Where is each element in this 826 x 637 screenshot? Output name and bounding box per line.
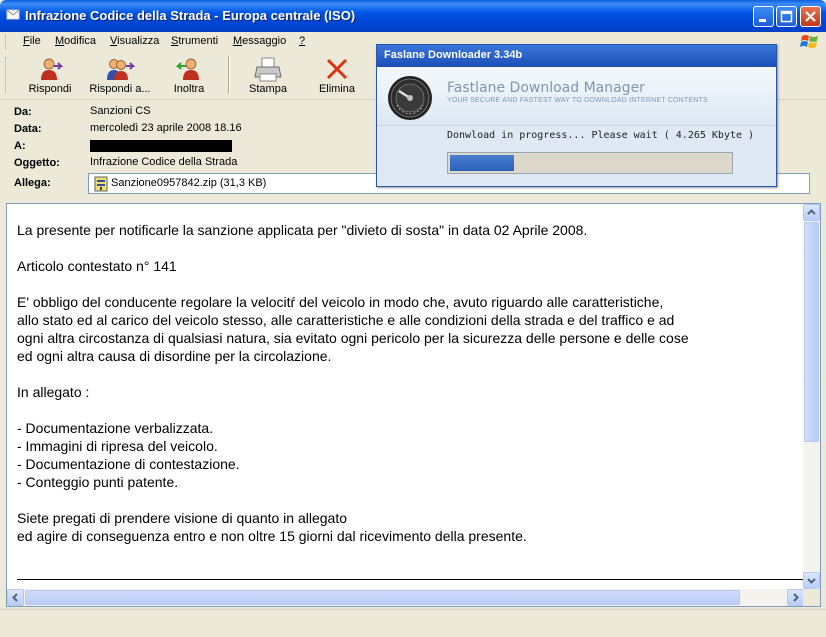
body-line: allo stato ed al carico del veicolo stes… <box>17 312 675 328</box>
menu-grip <box>5 35 8 49</box>
toolbar-separator <box>228 56 230 94</box>
vertical-scrollbar[interactable] <box>803 204 820 589</box>
body-line: - Conteggio punti patente. <box>17 474 179 490</box>
menu-visualizza[interactable]: Visualizza <box>110 35 159 47</box>
toolbar-grip <box>5 57 8 93</box>
status-bar <box>0 609 826 637</box>
message-text: La presente per notificarle la sanzione … <box>17 221 797 545</box>
popup-title: Faslane Downloader 3.34b <box>384 49 523 61</box>
delete-icon <box>326 58 348 80</box>
title-bar: Infrazione Codice della Strada - Europa … <box>0 0 826 32</box>
scroll-up-button[interactable] <box>803 204 820 221</box>
horizontal-scrollbar[interactable] <box>7 589 804 606</box>
body-line: - Documentazione di contestazione. <box>17 456 240 472</box>
message-body[interactable]: La presente per notificarle la sanzione … <box>6 203 821 607</box>
scroll-right-button[interactable] <box>787 589 804 606</box>
redacted-recipient <box>90 140 232 152</box>
from-label: Da: <box>14 106 32 118</box>
popup-tagline: YOUR SECURE AND FASTEST WAY TO DOWNLOAD … <box>447 97 708 104</box>
to-label: A: <box>14 140 26 152</box>
date-value: mercoledì 23 aprile 2008 18.16 <box>90 122 242 134</box>
body-line: Siete pregati di prendere visione di qua… <box>17 510 348 526</box>
from-value: Sanzioni CS <box>90 105 151 117</box>
attachment-label: Allega: <box>14 177 51 189</box>
maximize-icon <box>780 10 793 23</box>
minimize-icon <box>759 19 766 22</box>
print-label: Stampa <box>249 83 287 95</box>
body-line: E' obbligo del conducente regolare la ve… <box>17 294 664 310</box>
download-status: Donwload in progress... Please wait ( 4.… <box>447 130 755 141</box>
body-line: Articolo contestato n° 141 <box>17 258 177 274</box>
date-label: Data: <box>14 123 42 135</box>
chevron-right-icon <box>793 593 799 602</box>
windows-logo-icon <box>800 35 818 48</box>
close-icon <box>805 11 816 22</box>
window-title: Infrazione Codice della Strada - Europa … <box>25 8 356 23</box>
delete-button[interactable]: Elimina <box>312 54 362 97</box>
chevron-left-icon <box>12 593 18 602</box>
popup-title-bar[interactable]: Faslane Downloader 3.34b <box>377 45 776 67</box>
menu-messaggio[interactable]: Messaggio <box>233 35 286 47</box>
menu-modifica[interactable]: Modifica <box>55 35 96 47</box>
forward-icon <box>176 58 199 80</box>
body-line: ed agire di conseguenza entro e non oltr… <box>17 528 527 544</box>
printer-icon <box>254 57 282 82</box>
menu-help[interactable]: ? <box>299 35 305 47</box>
reply-all-icon <box>107 59 135 80</box>
popup-banner: Fastlane Download Manager YOUR SECURE AN… <box>377 67 776 126</box>
body-line: - Immagini di ripresa del veicolo. <box>17 438 218 454</box>
reply-label: Rispondi <box>28 83 72 95</box>
envelope-icon <box>6 9 20 20</box>
close-button[interactable] <box>800 6 821 27</box>
scroll-corner <box>803 589 820 606</box>
horizontal-scroll-thumb[interactable] <box>25 590 740 605</box>
reply-all-button[interactable]: Rispondi a... <box>86 54 154 97</box>
zip-file-icon <box>94 176 108 192</box>
scroll-left-button[interactable] <box>7 589 24 606</box>
body-line: La presente per notificarle la sanzione … <box>17 222 588 238</box>
download-progress-bar <box>447 152 733 174</box>
print-button[interactable]: Stampa <box>242 54 294 97</box>
download-progress-fill <box>450 155 514 171</box>
delete-label: Elimina <box>318 83 356 95</box>
subject-value: Infrazione Codice della Strada <box>90 156 238 168</box>
maximize-button[interactable] <box>776 6 797 27</box>
forward-label: Inoltra <box>173 83 205 95</box>
body-line: In allegato : <box>17 384 90 400</box>
body-line: ogni altra circostanza di qualsiasi natu… <box>17 330 689 346</box>
body-divider <box>17 579 805 580</box>
downloader-popup[interactable]: Faslane Downloader 3.34b Fastlane Downlo… <box>376 44 777 187</box>
scroll-down-button[interactable] <box>803 572 820 589</box>
forward-button[interactable]: Inoltra <box>164 54 214 97</box>
speedometer-logo-icon <box>388 76 432 120</box>
reply-all-label: Rispondi a... <box>89 83 151 95</box>
chevron-up-icon <box>807 209 816 215</box>
popup-brand: Fastlane Download Manager <box>447 80 645 96</box>
minimize-button[interactable] <box>753 6 774 27</box>
reply-icon <box>41 58 63 80</box>
subject-label: Oggetto: <box>14 157 60 169</box>
chevron-down-icon <box>807 578 816 584</box>
body-line: - Documentazione verbalizzata. <box>17 420 214 436</box>
attachment-file[interactable]: Sanzione0957842.zip (31,3 KB) <box>111 177 266 189</box>
menu-strumenti[interactable]: Strumenti <box>171 35 218 47</box>
vertical-scroll-thumb[interactable] <box>804 222 819 442</box>
reply-button[interactable]: Rispondi <box>22 54 78 97</box>
body-line: ed ogni altra causa di disordine per la … <box>17 348 332 364</box>
menu-file[interactable]: File <box>23 35 41 47</box>
